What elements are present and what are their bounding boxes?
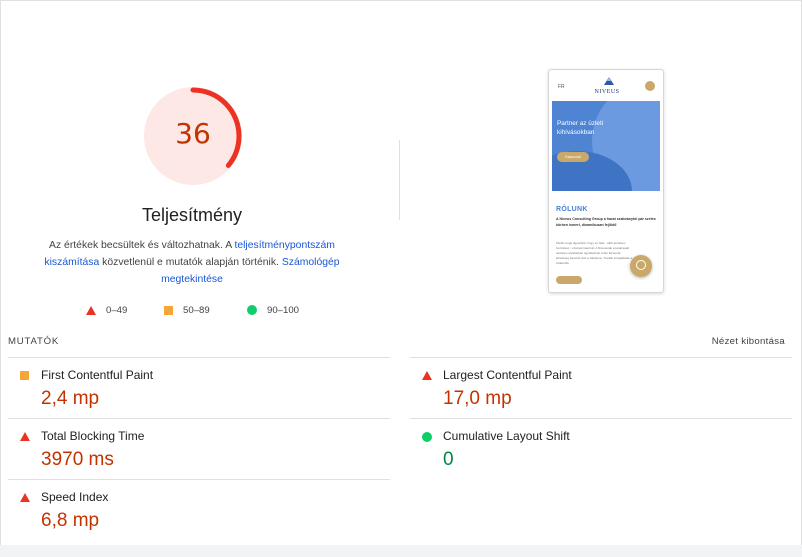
metric-cumulative-layout-shift: Cumulative Layout Shift 0 xyxy=(410,425,770,481)
performance-gauge[interactable]: 36 xyxy=(142,85,244,187)
metric-largest-contentful-paint: Largest Contentful Paint 17,0 mp xyxy=(410,364,770,420)
legend-label: 0–49 xyxy=(106,304,128,316)
metric-title: Largest Contentful Paint xyxy=(443,368,572,382)
pass-circle-icon xyxy=(422,432,432,442)
category-title: Teljesítmény xyxy=(141,205,243,225)
description-text: közvetlenül e mutatók alapján történik. xyxy=(99,257,282,268)
legend-pass: 90–100 xyxy=(247,303,299,317)
description-text: Az értékek becsültek és változhatnak. A xyxy=(49,240,235,251)
metric-first-contentful-paint: First Contentful Paint 2,4 mp xyxy=(8,364,368,420)
expand-view-toggle[interactable]: Nézet kibontása xyxy=(680,336,785,347)
metric-title: Total Blocking Time xyxy=(41,429,145,443)
bottom-band xyxy=(0,545,802,557)
legend-label: 50–89 xyxy=(183,304,210,316)
metric-value: 17,0 mp xyxy=(443,388,512,409)
site-logo-text: NIVEUS xyxy=(594,89,620,95)
hero-text: Partner az üzleti kihívásokban xyxy=(557,120,604,136)
average-square-icon xyxy=(164,305,173,315)
metric-speed-index: Speed Index 6,8 mp xyxy=(8,486,368,542)
metric-divider xyxy=(8,418,390,419)
vertical-divider xyxy=(399,140,400,220)
hero-button: Kapcsolat xyxy=(557,152,589,162)
final-screenshot[interactable]: FR NIVEUS Partner az üzleti kihívásokban… xyxy=(548,69,664,293)
fail-triangle-icon xyxy=(20,493,30,502)
section-button xyxy=(556,276,582,284)
chat-glyph xyxy=(636,260,646,270)
metric-value: 2,4 mp xyxy=(41,388,100,409)
score-description: Az értékek becsültek és változhatnak. A … xyxy=(40,237,344,288)
fail-triangle-icon xyxy=(20,432,30,441)
metrics-heading: MUTATÓK xyxy=(8,336,60,347)
metric-divider xyxy=(8,357,390,358)
chat-bubble-icon xyxy=(630,255,652,277)
gauge-score: 36 xyxy=(175,117,211,150)
metric-divider xyxy=(8,479,390,480)
hero-banner: Partner az üzleti kihívásokban Kapcsolat xyxy=(552,101,660,191)
section-title: RÓLUNK xyxy=(556,206,588,213)
pass-circle-icon xyxy=(247,305,257,315)
menu-icon xyxy=(645,81,655,91)
metric-value: 3970 ms xyxy=(41,449,114,470)
metric-title: First Contentful Paint xyxy=(41,368,154,382)
metric-title: Cumulative Layout Shift xyxy=(443,429,570,443)
average-square-icon xyxy=(20,371,29,380)
language-label: FR xyxy=(558,84,565,90)
metric-total-blocking-time: Total Blocking Time 3970 ms xyxy=(8,425,368,481)
legend-fail: 0–49 xyxy=(86,303,127,317)
metric-divider xyxy=(410,357,792,358)
fail-triangle-icon xyxy=(422,371,432,380)
fail-triangle-icon xyxy=(86,305,96,315)
metric-value: 0 xyxy=(443,449,454,470)
metric-title: Speed Index xyxy=(41,490,109,504)
section-body: Ábrák mögé figyeltünk: hogy ez ötlet - t… xyxy=(556,241,633,265)
metric-value: 6,8 mp xyxy=(41,510,100,531)
legend-label: 90–100 xyxy=(267,304,300,316)
legend-average: 50–89 xyxy=(164,303,210,317)
metric-divider xyxy=(410,418,792,419)
section-subtitle: A Niveus Consulting Group a hazai szabvá… xyxy=(556,217,656,227)
niveus-logo-icon xyxy=(604,77,614,85)
